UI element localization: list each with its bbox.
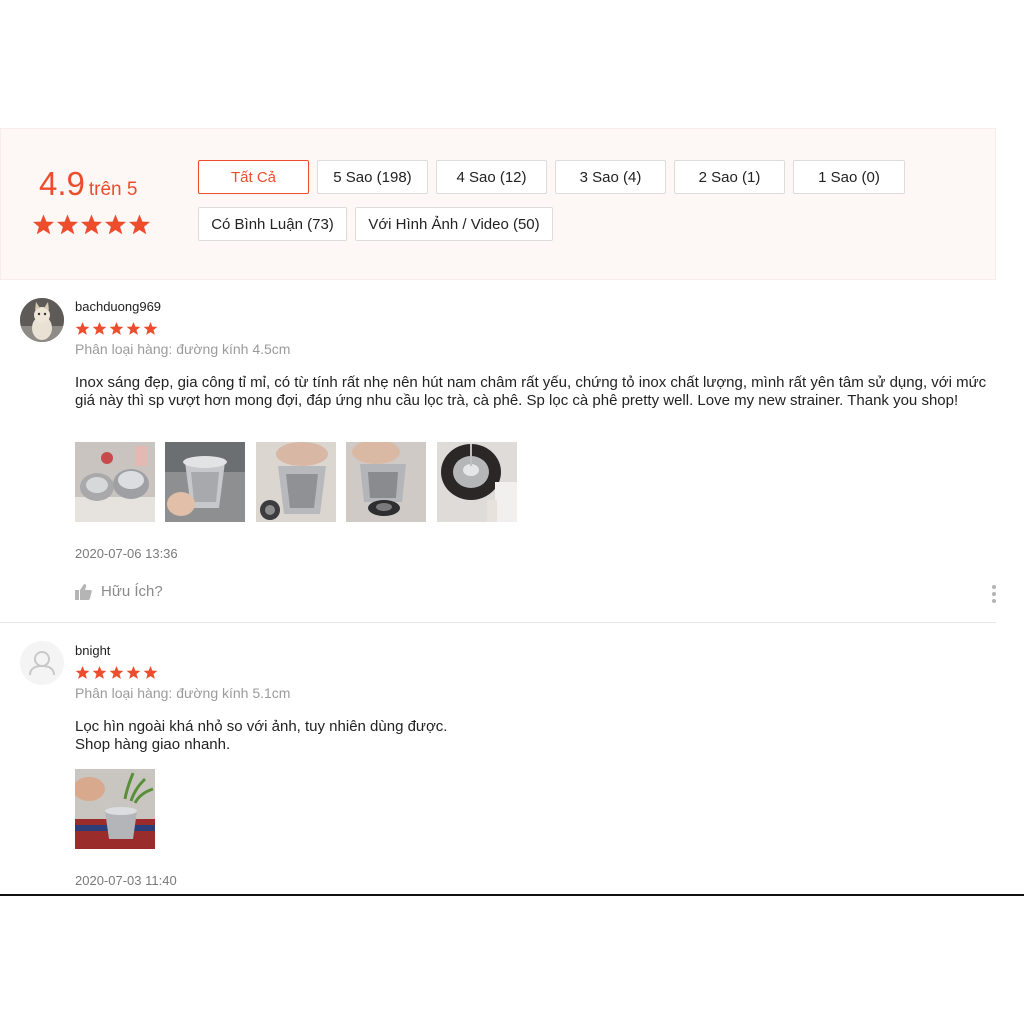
review-divider [0, 622, 996, 623]
star-icon [92, 665, 107, 679]
review-photo[interactable] [437, 442, 517, 522]
review-stars [75, 321, 158, 336]
filter-2-stars-button[interactable]: 2 Sao (1) [674, 160, 785, 194]
review-text-line: Lọc hìn ngoài khá nhỏ so với ảnh, tuy nh… [75, 718, 448, 735]
star-icon [128, 214, 151, 235]
average-rating: 4.9 trên 5 [39, 165, 137, 203]
review-text: Lọc hìn ngoài khá nhỏ so với ảnh, tuy nh… [75, 718, 1000, 754]
thumbs-up-icon [75, 583, 92, 600]
review-photo[interactable] [346, 442, 426, 522]
star-icon [32, 214, 55, 235]
star-icon [104, 214, 127, 235]
product-variant: Phân loại hàng: đường kính 4.5cm [75, 341, 291, 357]
review-text-line: Inox sáng đẹp, gia công tỉ mỉ, có từ tín… [75, 374, 987, 409]
star-icon [109, 321, 124, 335]
review-photo[interactable] [165, 442, 245, 522]
review-timestamp: 2020-07-03 11:40 [75, 873, 177, 888]
review-photo[interactable] [75, 442, 155, 522]
rating-value: 4.9 [39, 165, 85, 202]
review-timestamp: 2020-07-06 13:36 [75, 546, 178, 561]
reviewer-username[interactable]: bachduong969 [75, 299, 161, 314]
avatar[interactable] [20, 298, 64, 342]
rating-summary: 4.9 trên 5 Tất Cả 5 Sao (198) 4 Sao (12) … [0, 128, 996, 280]
summary-stars [32, 213, 151, 236]
filter-all-button[interactable]: Tất Cả [198, 160, 309, 194]
star-icon [143, 665, 158, 679]
star-icon [80, 214, 103, 235]
filter-with-media-button[interactable]: Với Hình Ảnh / Video (50) [355, 207, 553, 241]
star-icon [109, 665, 124, 679]
product-variant: Phân loại hàng: đường kính 5.1cm [75, 685, 291, 701]
more-options-icon[interactable] [990, 585, 998, 603]
star-icon [56, 214, 79, 235]
star-icon [126, 321, 141, 335]
star-icon [143, 321, 158, 335]
filter-with-comments-button[interactable]: Có Bình Luận (73) [198, 207, 347, 241]
filter-1-star-button[interactable]: 1 Sao (0) [793, 160, 905, 194]
default-user-avatar-icon[interactable] [20, 641, 64, 685]
star-icon [75, 321, 90, 335]
helpful-label: Hữu Ích? [101, 583, 163, 600]
review-stars [75, 665, 158, 680]
review-text-line: Shop hàng giao nhanh. [75, 736, 231, 753]
bottom-border [0, 894, 1024, 896]
star-icon [92, 321, 107, 335]
rating-suffix: trên 5 [88, 179, 138, 200]
star-icon [126, 665, 141, 679]
filter-5-stars-button[interactable]: 5 Sao (198) [317, 160, 428, 194]
review-photo[interactable] [256, 442, 336, 522]
review-photo[interactable] [75, 769, 155, 849]
reviewer-username[interactable]: bnight [75, 643, 110, 658]
filter-4-stars-button[interactable]: 4 Sao (12) [436, 160, 547, 194]
star-icon [75, 665, 90, 679]
filter-3-stars-button[interactable]: 3 Sao (4) [555, 160, 666, 194]
helpful-button[interactable]: Hữu Ích? [75, 583, 163, 600]
review-text: Inox sáng đẹp, gia công tỉ mỉ, có từ tín… [75, 374, 1000, 410]
